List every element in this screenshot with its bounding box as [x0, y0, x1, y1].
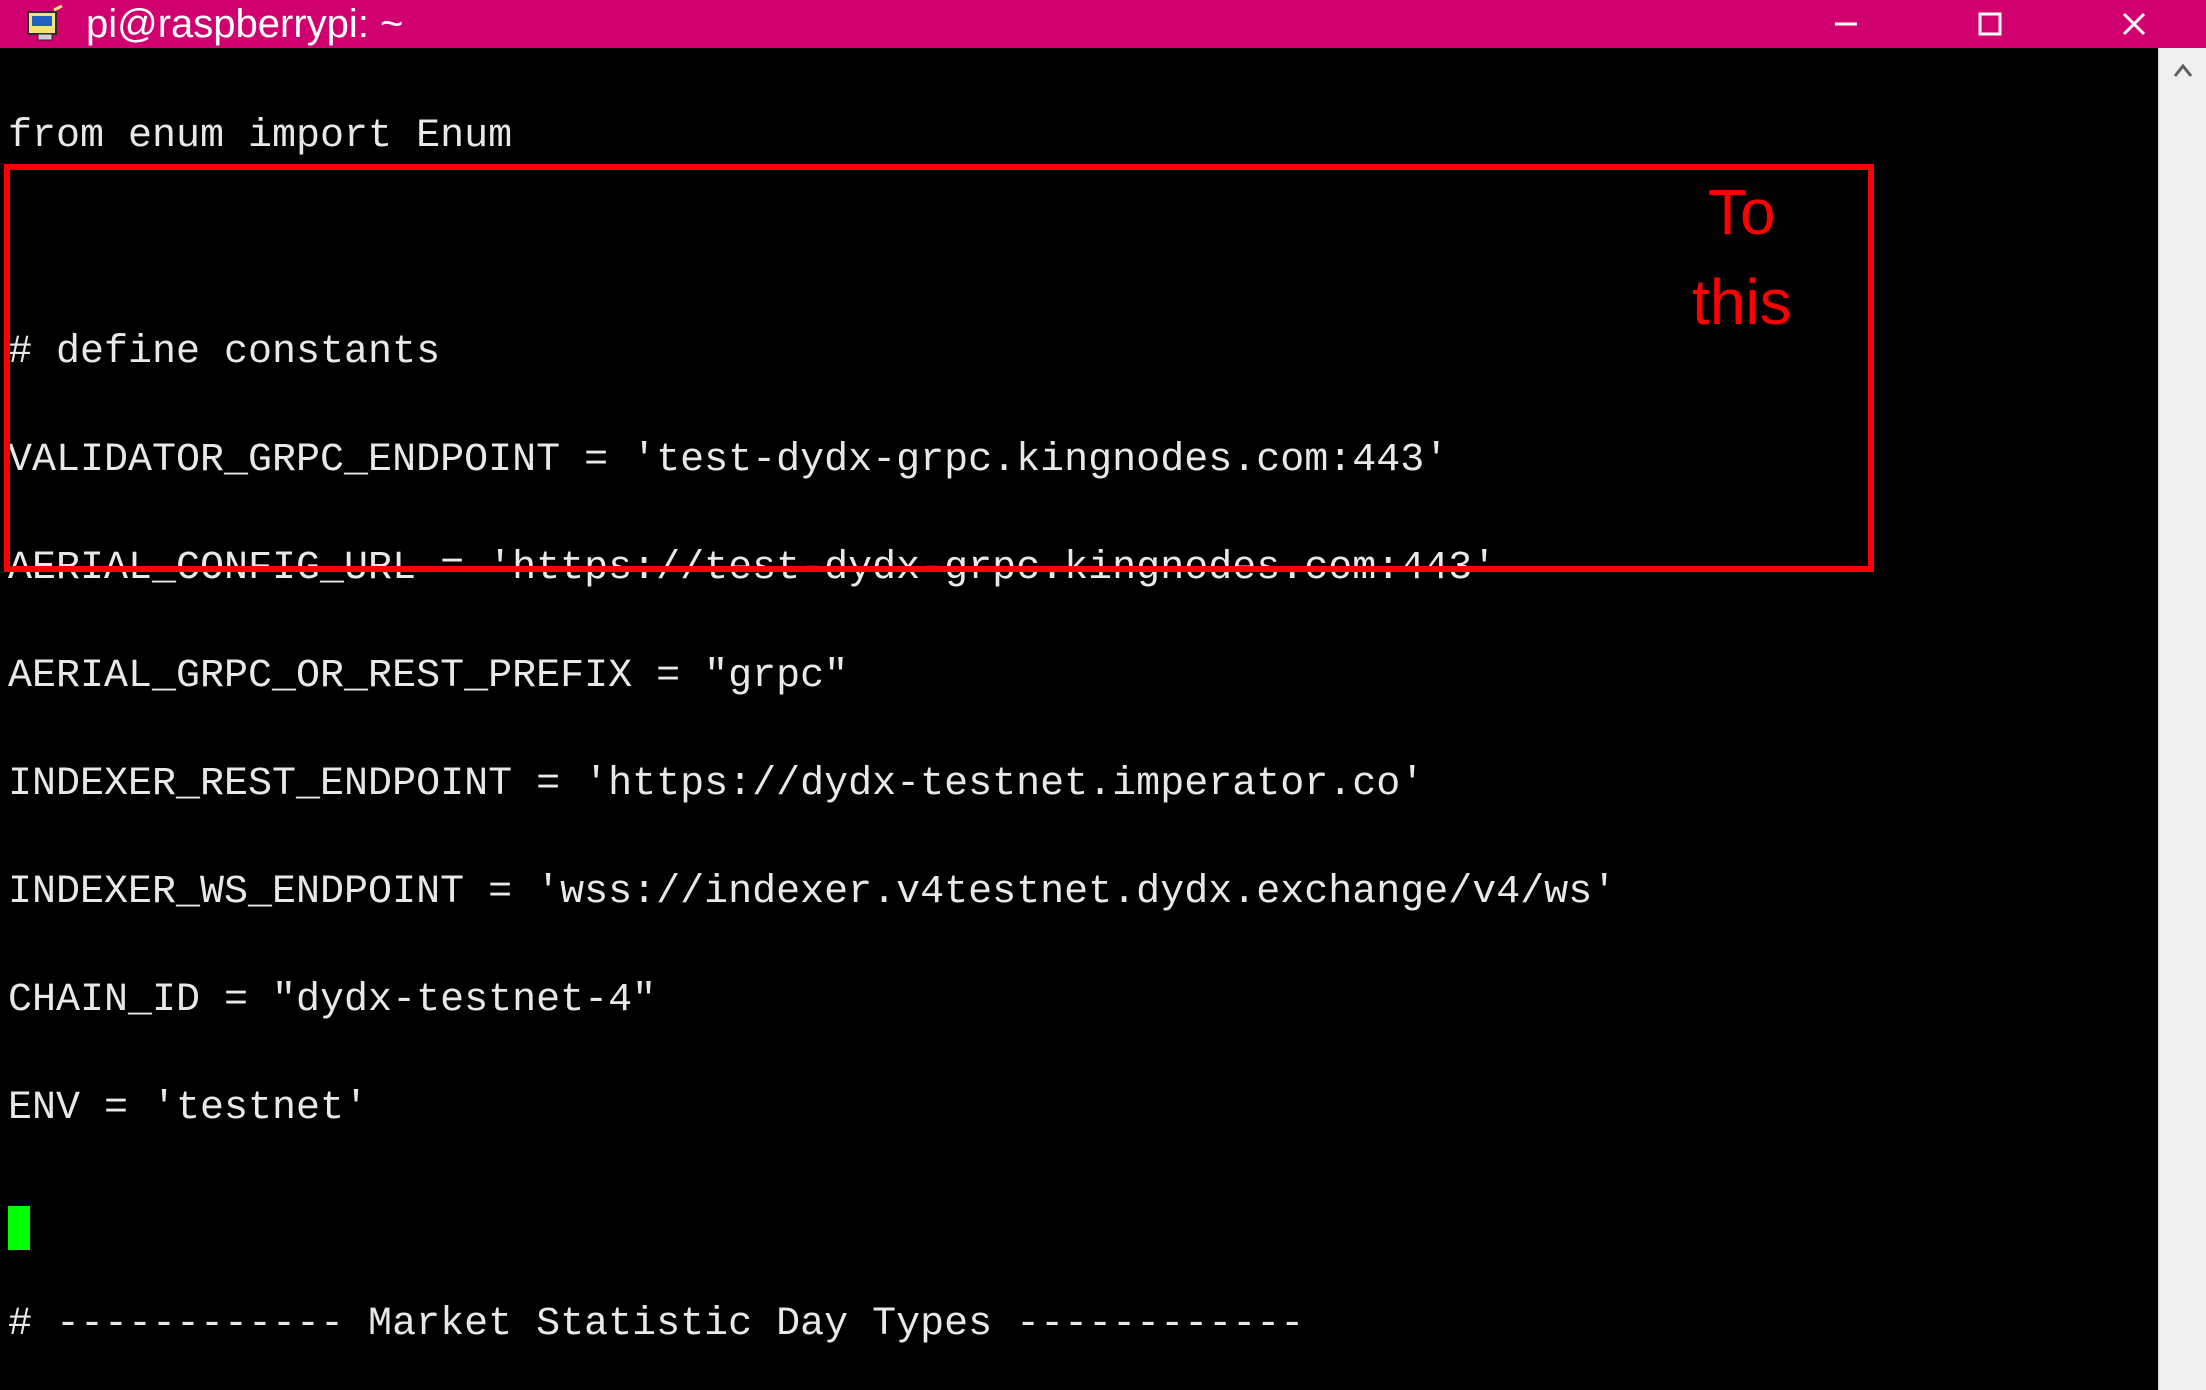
code-line: ENV = 'testnet': [8, 1082, 2158, 1136]
code-line: [8, 1190, 2158, 1244]
titlebar[interactable]: pi@raspberrypi: ~: [0, 0, 2206, 48]
code-line: [8, 218, 2158, 272]
scrollbar-track[interactable]: [2159, 96, 2206, 1390]
annotation-text-this: this: [1692, 264, 1792, 340]
terminal-cursor: [8, 1206, 30, 1250]
code-line: AERIAL_CONFIG_URL = 'https://test-dydx-g…: [8, 542, 2158, 596]
window-title: pi@raspberrypi: ~: [86, 2, 403, 47]
putty-window: pi@raspberrypi: ~ from enum import Enum …: [0, 0, 2206, 1390]
content-area: from enum import Enum # define constants…: [0, 48, 2206, 1390]
code-line: VALIDATOR_GRPC_ENDPOINT = 'test-dydx-grp…: [8, 434, 2158, 488]
code-line: # define constants: [8, 326, 2158, 380]
code-line: from enum import Enum: [8, 110, 2158, 164]
scrollbar[interactable]: [2158, 48, 2206, 1390]
minimize-button[interactable]: [1774, 0, 1918, 48]
terminal[interactable]: from enum import Enum # define constants…: [0, 48, 2158, 1390]
annotation-text-to: To: [1708, 174, 1776, 250]
maximize-button[interactable]: [1918, 0, 2062, 48]
code-line: INDEXER_WS_ENDPOINT = 'wss://indexer.v4t…: [8, 866, 2158, 920]
code-line: AERIAL_GRPC_OR_REST_PREFIX = "grpc": [8, 650, 2158, 704]
putty-icon: [20, 0, 68, 48]
code-line: # ------------ Market Statistic Day Type…: [8, 1298, 2158, 1352]
code-line: CHAIN_ID = "dydx-testnet-4": [8, 974, 2158, 1028]
window-controls: [1774, 0, 2206, 48]
close-button[interactable]: [2062, 0, 2206, 48]
code-line: INDEXER_REST_ENDPOINT = 'https://dydx-te…: [8, 758, 2158, 812]
scroll-up-button[interactable]: [2159, 48, 2206, 96]
